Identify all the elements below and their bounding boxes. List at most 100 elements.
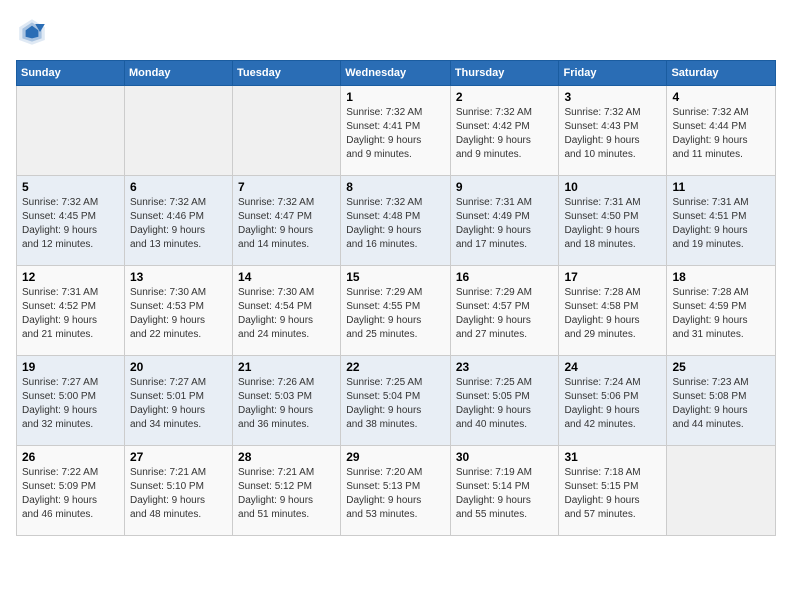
- day-number: 13: [130, 270, 227, 284]
- day-number: 15: [346, 270, 445, 284]
- day-info: Sunrise: 7:25 AM Sunset: 5:05 PM Dayligh…: [456, 376, 554, 432]
- day-number: 14: [238, 270, 335, 284]
- logo: [16, 16, 54, 48]
- calendar-cell: 7 Sunrise: 7:32 AM Sunset: 4:47 PM Daylig…: [233, 176, 341, 266]
- day-number: 5: [22, 180, 119, 194]
- day-info: Sunrise: 7:31 AM Sunset: 4:51 PM Dayligh…: [672, 196, 770, 252]
- calendar-cell: 12 Sunrise: 7:31 AM Sunset: 4:52 PM Dayli…: [17, 266, 125, 356]
- calendar-cell: 27 Sunrise: 7:21 AM Sunset: 5:10 PM Dayli…: [124, 446, 232, 536]
- day-number: 28: [238, 450, 335, 464]
- day-number: 11: [672, 180, 770, 194]
- weekday-header-row: SundayMondayTuesdayWednesdayThursdayFrid…: [17, 61, 776, 86]
- weekday-header-wednesday: Wednesday: [341, 61, 451, 86]
- day-number: 12: [22, 270, 119, 284]
- calendar-table: SundayMondayTuesdayWednesdayThursdayFrid…: [16, 60, 776, 536]
- day-info: Sunrise: 7:25 AM Sunset: 5:04 PM Dayligh…: [346, 376, 445, 432]
- calendar-cell: 9 Sunrise: 7:31 AM Sunset: 4:49 PM Daylig…: [450, 176, 559, 266]
- day-info: Sunrise: 7:32 AM Sunset: 4:48 PM Dayligh…: [346, 196, 445, 252]
- day-number: 26: [22, 450, 119, 464]
- day-info: Sunrise: 7:32 AM Sunset: 4:44 PM Dayligh…: [672, 106, 770, 162]
- calendar-cell: 28 Sunrise: 7:21 AM Sunset: 5:12 PM Dayli…: [233, 446, 341, 536]
- calendar-week-row: 1 Sunrise: 7:32 AM Sunset: 4:41 PM Daylig…: [17, 86, 776, 176]
- day-info: Sunrise: 7:31 AM Sunset: 4:50 PM Dayligh…: [564, 196, 661, 252]
- day-number: 7: [238, 180, 335, 194]
- day-info: Sunrise: 7:19 AM Sunset: 5:14 PM Dayligh…: [456, 466, 554, 522]
- day-number: 9: [456, 180, 554, 194]
- day-number: 22: [346, 360, 445, 374]
- calendar-cell: 31 Sunrise: 7:18 AM Sunset: 5:15 PM Dayli…: [559, 446, 667, 536]
- calendar-cell: 5 Sunrise: 7:32 AM Sunset: 4:45 PM Daylig…: [17, 176, 125, 266]
- day-info: Sunrise: 7:26 AM Sunset: 5:03 PM Dayligh…: [238, 376, 335, 432]
- weekday-header-tuesday: Tuesday: [233, 61, 341, 86]
- day-info: Sunrise: 7:32 AM Sunset: 4:42 PM Dayligh…: [456, 106, 554, 162]
- calendar-cell: 15 Sunrise: 7:29 AM Sunset: 4:55 PM Dayli…: [341, 266, 451, 356]
- page-header: [16, 16, 776, 48]
- calendar-cell: 16Sunrise: 7:29 AM Sunset: 4:57 PM Dayli…: [450, 266, 559, 356]
- calendar-cell: 30Sunrise: 7:19 AM Sunset: 5:14 PM Dayli…: [450, 446, 559, 536]
- calendar-cell: [124, 86, 232, 176]
- calendar-week-row: 12 Sunrise: 7:31 AM Sunset: 4:52 PM Dayli…: [17, 266, 776, 356]
- day-number: 8: [346, 180, 445, 194]
- calendar-cell: 26Sunrise: 7:22 AM Sunset: 5:09 PM Dayli…: [17, 446, 125, 536]
- calendar-cell: 23 Sunrise: 7:25 AM Sunset: 5:05 PM Dayli…: [450, 356, 559, 446]
- calendar-cell: 10Sunrise: 7:31 AM Sunset: 4:50 PM Dayli…: [559, 176, 667, 266]
- calendar-cell: 4 Sunrise: 7:32 AM Sunset: 4:44 PM Daylig…: [667, 86, 776, 176]
- day-number: 27: [130, 450, 227, 464]
- day-number: 3: [564, 90, 661, 104]
- calendar-cell: 14 Sunrise: 7:30 AM Sunset: 4:54 PM Dayli…: [233, 266, 341, 356]
- day-number: 2: [456, 90, 554, 104]
- day-info: Sunrise: 7:24 AM Sunset: 5:06 PM Dayligh…: [564, 376, 661, 432]
- day-number: 18: [672, 270, 770, 284]
- day-number: 31: [564, 450, 661, 464]
- day-number: 29: [346, 450, 445, 464]
- day-number: 19: [22, 360, 119, 374]
- calendar-cell: 18Sunrise: 7:28 AM Sunset: 4:59 PM Dayli…: [667, 266, 776, 356]
- day-info: Sunrise: 7:31 AM Sunset: 4:52 PM Dayligh…: [22, 286, 119, 342]
- calendar-cell: 6 Sunrise: 7:32 AM Sunset: 4:46 PM Daylig…: [124, 176, 232, 266]
- day-info: Sunrise: 7:23 AM Sunset: 5:08 PM Dayligh…: [672, 376, 770, 432]
- day-info: Sunrise: 7:30 AM Sunset: 4:54 PM Dayligh…: [238, 286, 335, 342]
- calendar-cell: 22 Sunrise: 7:25 AM Sunset: 5:04 PM Dayli…: [341, 356, 451, 446]
- day-number: 25: [672, 360, 770, 374]
- day-info: Sunrise: 7:32 AM Sunset: 4:45 PM Dayligh…: [22, 196, 119, 252]
- day-info: Sunrise: 7:27 AM Sunset: 5:01 PM Dayligh…: [130, 376, 227, 432]
- day-info: Sunrise: 7:21 AM Sunset: 5:12 PM Dayligh…: [238, 466, 335, 522]
- day-number: 20: [130, 360, 227, 374]
- calendar-cell: 1 Sunrise: 7:32 AM Sunset: 4:41 PM Daylig…: [341, 86, 451, 176]
- calendar-cell: 24Sunrise: 7:24 AM Sunset: 5:06 PM Dayli…: [559, 356, 667, 446]
- day-info: Sunrise: 7:32 AM Sunset: 4:47 PM Dayligh…: [238, 196, 335, 252]
- day-number: 6: [130, 180, 227, 194]
- calendar-cell: 29 Sunrise: 7:20 AM Sunset: 5:13 PM Dayli…: [341, 446, 451, 536]
- calendar-week-row: 19 Sunrise: 7:27 AM Sunset: 5:00 PM Dayli…: [17, 356, 776, 446]
- day-info: Sunrise: 7:32 AM Sunset: 4:41 PM Dayligh…: [346, 106, 445, 162]
- calendar-cell: [233, 86, 341, 176]
- day-info: Sunrise: 7:21 AM Sunset: 5:10 PM Dayligh…: [130, 466, 227, 522]
- calendar-cell: 3Sunrise: 7:32 AM Sunset: 4:43 PM Daylig…: [559, 86, 667, 176]
- calendar-week-row: 5 Sunrise: 7:32 AM Sunset: 4:45 PM Daylig…: [17, 176, 776, 266]
- day-number: 17: [564, 270, 661, 284]
- day-info: Sunrise: 7:30 AM Sunset: 4:53 PM Dayligh…: [130, 286, 227, 342]
- day-number: 1: [346, 90, 445, 104]
- day-number: 23: [456, 360, 554, 374]
- day-info: Sunrise: 7:20 AM Sunset: 5:13 PM Dayligh…: [346, 466, 445, 522]
- calendar-cell: [17, 86, 125, 176]
- weekday-header-friday: Friday: [559, 61, 667, 86]
- day-number: 4: [672, 90, 770, 104]
- day-info: Sunrise: 7:28 AM Sunset: 4:58 PM Dayligh…: [564, 286, 661, 342]
- day-number: 21: [238, 360, 335, 374]
- day-info: Sunrise: 7:18 AM Sunset: 5:15 PM Dayligh…: [564, 466, 661, 522]
- day-info: Sunrise: 7:32 AM Sunset: 4:46 PM Dayligh…: [130, 196, 227, 252]
- logo-icon: [16, 16, 48, 48]
- day-info: Sunrise: 7:31 AM Sunset: 4:49 PM Dayligh…: [456, 196, 554, 252]
- calendar-cell: 8 Sunrise: 7:32 AM Sunset: 4:48 PM Daylig…: [341, 176, 451, 266]
- calendar-cell: 17 Sunrise: 7:28 AM Sunset: 4:58 PM Dayli…: [559, 266, 667, 356]
- calendar-week-row: 26Sunrise: 7:22 AM Sunset: 5:09 PM Dayli…: [17, 446, 776, 536]
- calendar-cell: [667, 446, 776, 536]
- weekday-header-thursday: Thursday: [450, 61, 559, 86]
- calendar-cell: 20 Sunrise: 7:27 AM Sunset: 5:01 PM Dayli…: [124, 356, 232, 446]
- day-info: Sunrise: 7:29 AM Sunset: 4:57 PM Dayligh…: [456, 286, 554, 342]
- calendar-cell: 25 Sunrise: 7:23 AM Sunset: 5:08 PM Dayli…: [667, 356, 776, 446]
- calendar-cell: 19 Sunrise: 7:27 AM Sunset: 5:00 PM Dayli…: [17, 356, 125, 446]
- day-info: Sunrise: 7:27 AM Sunset: 5:00 PM Dayligh…: [22, 376, 119, 432]
- day-info: Sunrise: 7:29 AM Sunset: 4:55 PM Dayligh…: [346, 286, 445, 342]
